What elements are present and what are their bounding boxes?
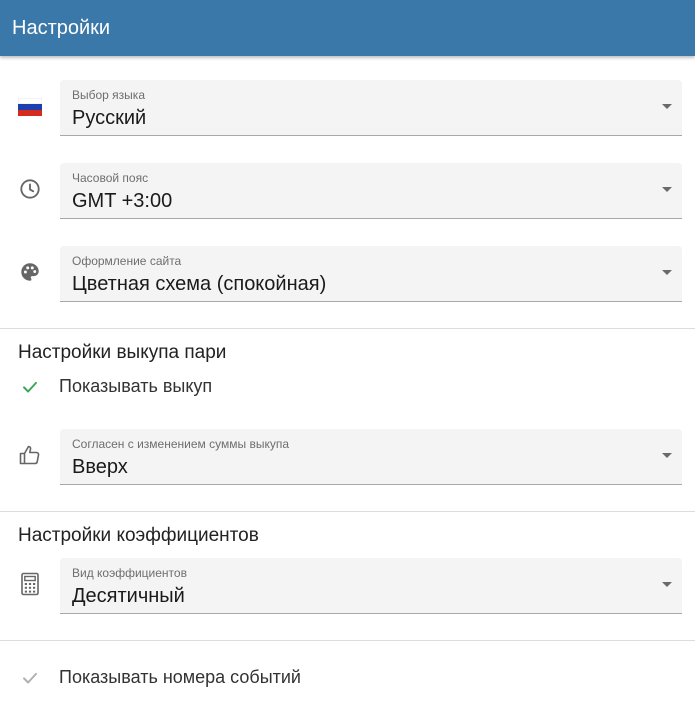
check-icon[interactable] [18,375,42,399]
chevron-down-icon[interactable] [662,453,672,458]
odds-section-heading: Настройки коэффициентов [18,525,259,546]
thumbs-up-icon [18,443,42,467]
section-divider [0,511,695,512]
odds-format-select[interactable]: Вид коэффициентов Десятичный [60,558,682,614]
theme-select-label: Оформление сайта [72,254,182,268]
timezone-select-label: Часовой пояс [72,171,149,185]
show-event-numbers-toggle[interactable]: Показывать номера событий [0,662,695,694]
show-cashout-toggle[interactable]: Показывать выкуп [0,371,695,403]
theme-select[interactable]: Оформление сайта Цветная схема (спокойна… [60,246,682,302]
chevron-down-icon[interactable] [662,104,672,109]
cashout-change-select-label: Согласен с изменением суммы выкупа [72,437,289,451]
calculator-icon [18,572,42,596]
language-select-value: Русский [72,107,147,129]
russian-flag-icon [18,95,42,119]
check-icon[interactable] [18,666,42,690]
chevron-down-icon[interactable] [662,582,672,587]
theme-select-value: Цветная схема (спокойная) [72,273,327,295]
odds-format-select-value: Десятичный [72,585,185,607]
chevron-down-icon[interactable] [662,270,672,275]
cashout-section-heading: Настройки выкупа пари [18,342,227,363]
show-cashout-label: Показывать выкуп [59,376,213,396]
cashout-change-select[interactable]: Согласен с изменением суммы выкупа Вверх [60,429,682,485]
timezone-select-value: GMT +3:00 [72,190,173,212]
show-event-numbers-label: Показывать номера событий [59,667,301,687]
palette-icon [18,260,42,284]
clock-icon [18,177,42,201]
cashout-change-select-value: Вверх [72,456,128,478]
page-title: Настройки [12,17,111,39]
timezone-select[interactable]: Часовой пояс GMT +3:00 [60,163,682,219]
app-bar: Настройки [0,0,695,56]
language-select-label: Выбор языка [72,88,145,102]
odds-format-select-label: Вид коэффициентов [72,566,187,580]
section-divider [0,328,695,329]
language-select[interactable]: Выбор языка Русский [60,80,682,136]
chevron-down-icon[interactable] [662,187,672,192]
section-divider [0,640,695,641]
